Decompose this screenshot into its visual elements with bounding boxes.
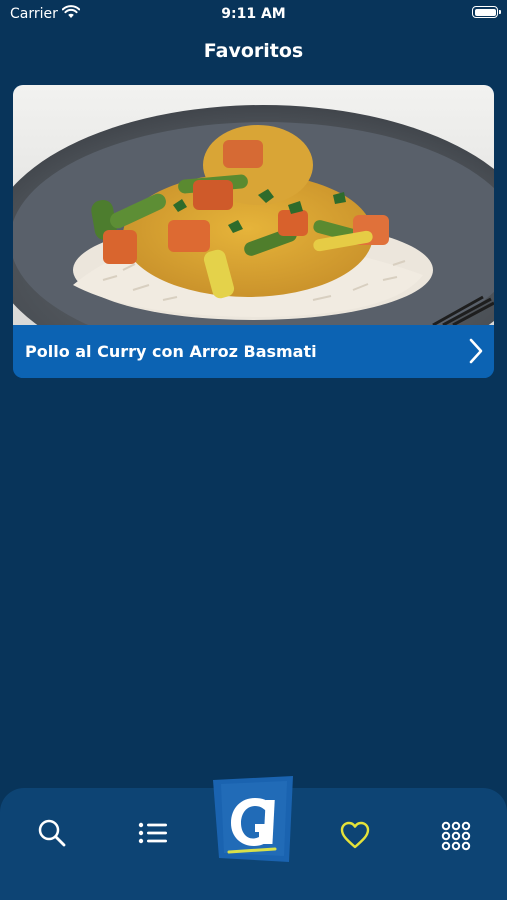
- battery-icon: [472, 6, 501, 18]
- search-icon[interactable]: [37, 818, 67, 848]
- page-title: Favoritos: [203, 40, 304, 62]
- card-footer: Pollo al Curry con Arroz Basmati: [13, 325, 494, 378]
- list-icon[interactable]: [138, 821, 168, 845]
- app-logo[interactable]: [211, 776, 295, 862]
- grid-icon[interactable]: [441, 821, 471, 851]
- heart-icon[interactable]: [340, 821, 370, 849]
- recipe-photo: [13, 85, 494, 325]
- clock: 9:11 AM: [221, 6, 286, 22]
- favorite-recipe-card[interactable]: Pollo al Curry con Arroz Basmati: [13, 85, 494, 378]
- status-bar: Carrier 9:11 AM: [0, 0, 507, 28]
- recipe-title: Pollo al Curry con Arroz Basmati: [25, 342, 317, 361]
- chevron-right-icon: [469, 338, 483, 364]
